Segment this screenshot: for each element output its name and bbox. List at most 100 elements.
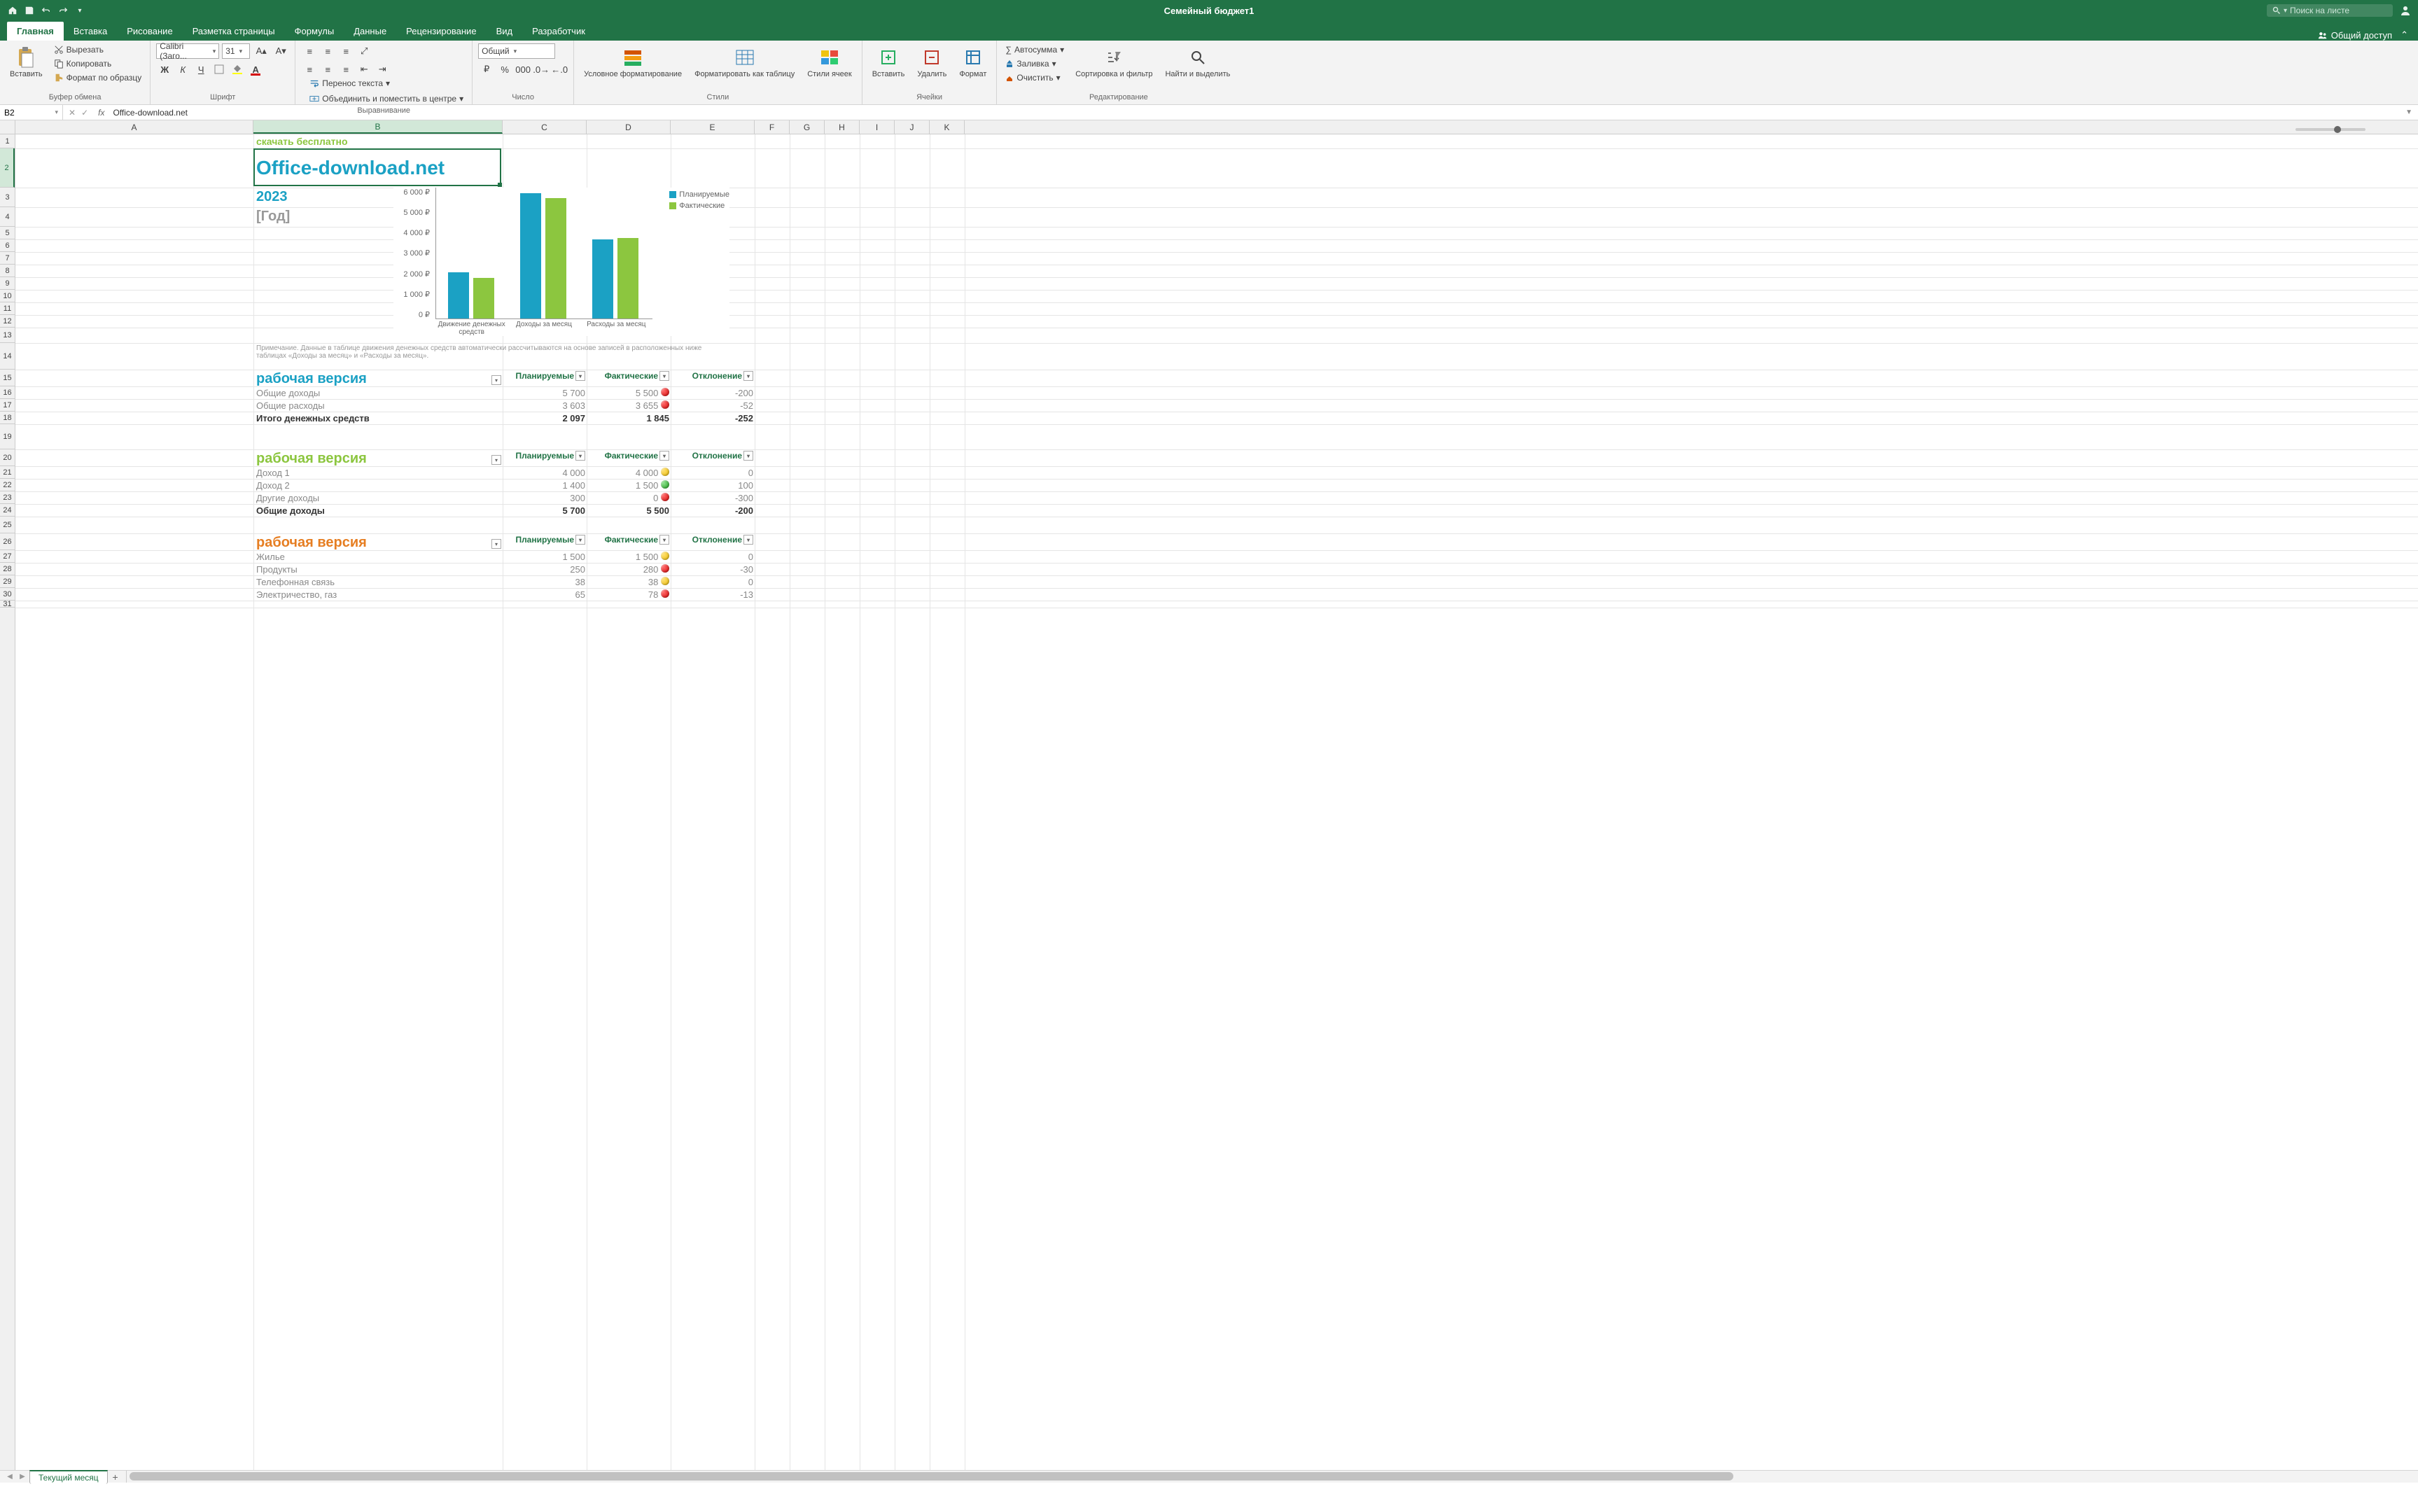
customize-qat-icon[interactable]: ▾ — [74, 5, 85, 16]
row-header-24[interactable]: 24 — [0, 504, 15, 517]
autosum-button[interactable]: ∑ Автосумма ▾ — [1002, 43, 1067, 56]
merge-button[interactable]: Объединить и поместить в центре ▾ — [307, 92, 466, 105]
decrease-indent-icon[interactable]: ⇤ — [356, 62, 372, 77]
tab-рецензирование[interactable]: Рецензирование — [396, 22, 486, 41]
row-header-13[interactable]: 13 — [0, 328, 15, 343]
col-header-E[interactable]: E — [671, 120, 755, 134]
row-header-14[interactable]: 14 — [0, 343, 15, 370]
save-icon[interactable] — [24, 5, 35, 16]
filter-icon[interactable]: ▾ — [491, 375, 501, 385]
align-right-icon[interactable]: ≡ — [337, 62, 354, 77]
align-middle-icon[interactable]: ≡ — [319, 43, 336, 59]
increase-decimal-icon[interactable]: .0→ — [533, 62, 550, 77]
row-header-12[interactable]: 12 — [0, 315, 15, 328]
insert-cells-button[interactable]: Вставить — [868, 43, 909, 82]
fill-button[interactable]: Заливка ▾ — [1002, 57, 1067, 70]
delete-cells-button[interactable]: Удалить — [913, 43, 951, 82]
row-header-4[interactable]: 4 — [0, 207, 15, 227]
filter-icon[interactable]: ▾ — [743, 451, 753, 461]
copy-button[interactable]: Копировать — [51, 57, 145, 70]
col-header-A[interactable]: A — [15, 120, 253, 134]
percent-icon[interactable]: % — [496, 62, 513, 77]
tab-формулы[interactable]: Формулы — [285, 22, 344, 41]
filter-icon[interactable]: ▾ — [743, 371, 753, 381]
cell-styles-button[interactable]: Стили ячеек — [803, 43, 855, 82]
sheet-tab[interactable]: Текущий месяц — [29, 1470, 108, 1484]
tab-данные[interactable]: Данные — [344, 22, 396, 41]
find-select-button[interactable]: Найти и выделить — [1161, 43, 1234, 82]
align-top-icon[interactable]: ≡ — [301, 43, 318, 59]
filter-icon[interactable]: ▾ — [659, 451, 669, 461]
font-size-combo[interactable]: 31 — [222, 43, 250, 59]
sort-filter-button[interactable]: Сортировка и фильтр — [1071, 43, 1156, 82]
row-header-1[interactable]: 1 — [0, 134, 15, 148]
filter-icon[interactable]: ▾ — [575, 371, 585, 381]
filter-icon[interactable]: ▾ — [575, 535, 585, 545]
row-header-21[interactable]: 21 — [0, 466, 15, 479]
row-header-6[interactable]: 6 — [0, 239, 15, 252]
redo-icon[interactable] — [57, 5, 69, 16]
fx-icon[interactable]: fx — [94, 108, 109, 118]
row-header-7[interactable]: 7 — [0, 252, 15, 265]
font-family-combo[interactable]: Calibri (Заго... — [156, 43, 219, 59]
ribbon-collapse-icon[interactable]: ⌃ — [2400, 29, 2408, 41]
comma-icon[interactable]: 000 — [515, 62, 531, 77]
search-input[interactable]: ▾ Поиск на листе — [2267, 4, 2393, 17]
row-header-16[interactable]: 16 — [0, 386, 15, 399]
accept-formula-icon[interactable]: ✓ — [81, 108, 88, 118]
tab-разработчик[interactable]: Разработчик — [522, 22, 595, 41]
row-header-23[interactable]: 23 — [0, 491, 15, 504]
row-header-30[interactable]: 30 — [0, 588, 15, 601]
filter-icon[interactable]: ▾ — [659, 535, 669, 545]
row-header-3[interactable]: 3 — [0, 188, 15, 207]
paste-button[interactable]: Вставить — [6, 43, 47, 82]
font-color-icon[interactable]: A — [247, 62, 264, 77]
cells-grid[interactable]: скачать бесплатноOffice-download.net2023… — [15, 134, 2418, 1470]
row-header-15[interactable]: 15 — [0, 370, 15, 386]
row-header-31[interactable]: 31 — [0, 601, 15, 608]
col-header-B[interactable]: B — [253, 120, 503, 134]
row-header-29[interactable]: 29 — [0, 575, 15, 588]
clear-button[interactable]: Очистить ▾ — [1002, 71, 1067, 84]
format-painter-button[interactable]: Формат по образцу — [51, 71, 145, 84]
tab-вид[interactable]: Вид — [487, 22, 523, 41]
currency-icon[interactable]: ₽ — [478, 62, 495, 77]
name-box[interactable]: B2▾ — [0, 105, 63, 120]
underline-icon[interactable]: Ч — [193, 62, 209, 77]
col-header-K[interactable]: K — [930, 120, 965, 134]
row-header-8[interactable]: 8 — [0, 265, 15, 277]
conditional-format-button[interactable]: Условное форматирование — [580, 43, 686, 82]
orientation-icon[interactable]: ⤢ — [356, 43, 372, 59]
chart[interactable]: ПланируемыеФактические0 ₽1 000 ₽2 000 ₽3… — [393, 188, 729, 336]
col-header-D[interactable]: D — [587, 120, 671, 134]
row-header-9[interactable]: 9 — [0, 277, 15, 290]
tab-рисование[interactable]: Рисование — [117, 22, 182, 41]
tab-главная[interactable]: Главная — [7, 22, 64, 41]
align-center-icon[interactable]: ≡ — [319, 62, 336, 77]
col-header-H[interactable]: H — [825, 120, 860, 134]
expand-formula-icon[interactable]: ▼ — [2400, 108, 2418, 116]
row-header-25[interactable]: 25 — [0, 517, 15, 533]
row-header-17[interactable]: 17 — [0, 399, 15, 412]
decrease-decimal-icon[interactable]: ←.0 — [551, 62, 568, 77]
col-header-J[interactable]: J — [895, 120, 930, 134]
user-icon[interactable] — [2400, 5, 2411, 16]
format-cells-button[interactable]: Формат — [955, 43, 991, 82]
row-header-27[interactable]: 27 — [0, 550, 15, 563]
format-table-button[interactable]: Форматировать как таблицу — [690, 43, 799, 82]
row-header-22[interactable]: 22 — [0, 479, 15, 491]
number-format-combo[interactable]: Общий — [478, 43, 555, 59]
filter-icon[interactable]: ▾ — [743, 535, 753, 545]
align-left-icon[interactable]: ≡ — [301, 62, 318, 77]
undo-icon[interactable] — [41, 5, 52, 16]
row-header-28[interactable]: 28 — [0, 563, 15, 575]
home-icon[interactable] — [7, 5, 18, 16]
row-header-10[interactable]: 10 — [0, 290, 15, 302]
row-header-26[interactable]: 26 — [0, 533, 15, 550]
filter-icon[interactable]: ▾ — [575, 451, 585, 461]
row-header-20[interactable]: 20 — [0, 449, 15, 466]
col-header-I[interactable]: I — [860, 120, 895, 134]
sheet-nav-next-icon[interactable]: ▶ — [17, 1471, 28, 1483]
increase-font-icon[interactable]: A▴ — [253, 43, 270, 59]
cut-button[interactable]: Вырезать — [51, 43, 145, 56]
